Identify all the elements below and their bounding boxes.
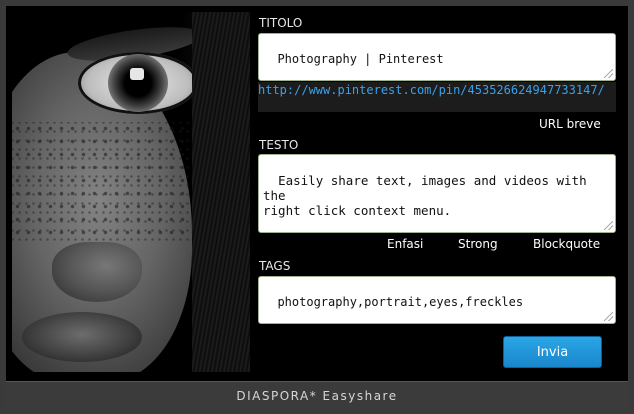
title-field[interactable]: Photography | Pinterest xyxy=(258,33,616,81)
tags-label: TAGS xyxy=(259,259,291,273)
title-field-value: Photography | Pinterest xyxy=(277,52,444,66)
strong-button[interactable]: Strong xyxy=(458,237,498,251)
url-link[interactable]: http://www.pinterest.com/pin/45352662494… xyxy=(258,83,605,97)
photo-freckles xyxy=(12,122,212,242)
portrait-photo xyxy=(12,12,250,372)
text-field-value: Easily share text, images and videos wit… xyxy=(263,173,587,218)
submit-button[interactable]: Invia xyxy=(503,336,602,368)
text-label: TESTO xyxy=(259,138,299,152)
photo-iris xyxy=(108,54,168,112)
tags-field-value: photography,portrait,eyes,freckles xyxy=(277,295,524,309)
photo-hair xyxy=(192,12,250,372)
tags-field[interactable]: photography,portrait,eyes,freckles xyxy=(258,276,616,324)
submit-button-label: Invia xyxy=(536,344,569,360)
photo-eye-glint xyxy=(130,68,144,80)
blockquote-button[interactable]: Blockquote xyxy=(533,237,600,251)
text-field[interactable]: Easily share text, images and videos wit… xyxy=(258,154,616,233)
photo-nose xyxy=(52,242,142,302)
title-label: TITOLO xyxy=(259,16,303,30)
resize-grip-icon[interactable] xyxy=(604,69,613,78)
short-url-button[interactable]: URL breve xyxy=(539,117,601,131)
resize-grip-icon[interactable] xyxy=(604,221,613,230)
window-footer: DIASPORA* Easyshare xyxy=(6,381,628,409)
resize-grip-icon[interactable] xyxy=(604,312,613,321)
emphasis-button[interactable]: Enfasi xyxy=(387,237,423,251)
photo-lips xyxy=(22,312,142,362)
footer-title: DIASPORA* Easyshare xyxy=(236,388,398,403)
